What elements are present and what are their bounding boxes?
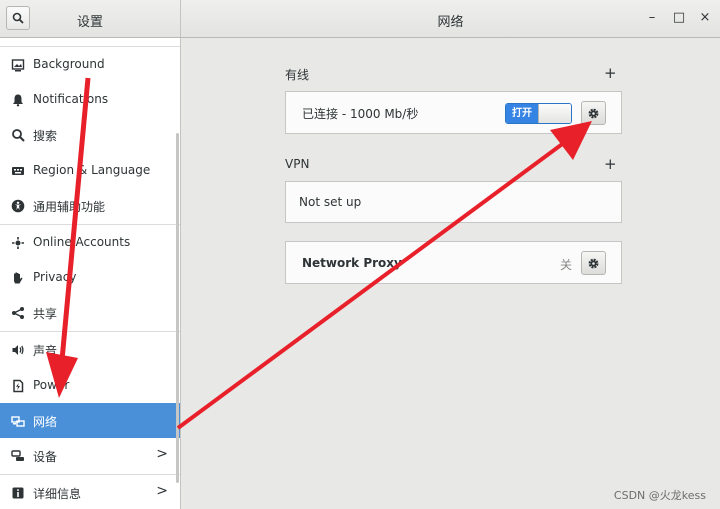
vpn-status: Not set up [299,195,362,209]
share-icon [12,307,24,319]
sidebar-item-privacy[interactable]: Privacy [0,260,180,295]
wired-section-title: 有线 [285,68,310,82]
sidebar-item-notifications[interactable]: Notifications [0,82,180,117]
header-bar: 设置 网络 – □ × [0,0,720,38]
keyboard-icon [12,167,24,175]
add-vpn-button[interactable]: + [604,155,617,173]
gear-icon [588,108,599,119]
wired-toggle[interactable]: 打开 [505,103,572,124]
sidebar-item-label: Region & Language [33,163,151,177]
sidebar-item-background[interactable]: Background [0,47,180,82]
sidebar-item-label: 设备 [33,450,58,464]
sidebar-item-label: Notifications [33,92,109,106]
sidebar-item-power[interactable]: Power [0,368,180,403]
wired-status: 已连接 - 1000 Mb/秒 [302,107,419,121]
devices-icon [11,450,24,461]
toggle-on-label: 打开 [506,104,538,123]
sidebar-item-sharing[interactable]: 共享 [0,295,180,330]
app-title: 设置 [76,15,103,30]
gear-icon [588,258,599,269]
sidebar-item-label: 声音 [33,344,58,358]
sidebar-item-devices[interactable]: 设备 > [0,438,180,473]
background-icon [11,59,25,72]
online-accounts-icon [12,237,24,249]
maximize-button[interactable]: □ [671,10,687,26]
add-wired-button[interactable]: + [604,64,617,82]
proxy-settings-button[interactable] [581,251,606,275]
sidebar-item-label: 搜索 [33,129,58,143]
sidebar-scrollbar[interactable] [176,133,179,483]
sidebar-item-label: Power [33,378,70,392]
sidebar-item-label: 详细信息 [33,487,82,501]
sidebar-item-label: 网络 [33,415,58,429]
wired-connection-panel: 已连接 - 1000 Mb/秒 打开 [285,91,622,134]
chevron-right-icon: > [156,446,168,462]
info-icon [12,487,24,499]
sidebar-item-label: Online Accounts [33,235,131,249]
sidebar: Background Notifications 搜索 Region & Lan… [0,38,181,509]
toggle-knob [538,104,571,123]
speaker-icon [12,345,24,355]
sidebar-item-label: 通用辅助功能 [33,200,106,214]
vpn-panel: Not set up [285,181,622,223]
chevron-right-icon: > [156,483,168,499]
watermark: CSDN @火龙kess [613,489,706,502]
network-proxy-state: 关 [560,258,573,272]
sidebar-item-online-accounts[interactable]: Online Accounts [0,225,180,260]
network-icon [11,416,25,427]
hand-icon [14,272,23,284]
network-proxy-panel[interactable]: Network Proxy 关 [285,241,622,284]
power-icon [13,379,24,393]
minimize-button[interactable]: – [644,10,660,26]
sidebar-header: 设置 [0,0,181,37]
page-title: 网络 [437,15,464,30]
network-proxy-label: Network Proxy [302,256,402,270]
sidebar-item-region-language[interactable]: Region & Language [0,153,180,188]
sidebar-item-search[interactable]: 搜索 [0,117,180,152]
sidebar-item-label: Privacy [33,270,77,284]
sidebar-item-accessibility[interactable]: 通用辅助功能 [0,188,180,223]
sidebar-item-sound[interactable]: 声音 [0,332,180,367]
close-button[interactable]: × [697,10,713,26]
sidebar-item-details[interactable]: 详细信息 > [0,475,180,509]
sidebar-item-label: Background [33,57,105,71]
accessibility-icon [11,199,25,213]
bell-icon [13,94,23,107]
vpn-section-title: VPN [285,157,310,171]
wired-settings-button[interactable] [581,101,606,125]
search-icon [12,129,25,142]
sidebar-item-label: 共享 [33,307,58,321]
sidebar-item-network[interactable]: 网络 [0,403,180,438]
